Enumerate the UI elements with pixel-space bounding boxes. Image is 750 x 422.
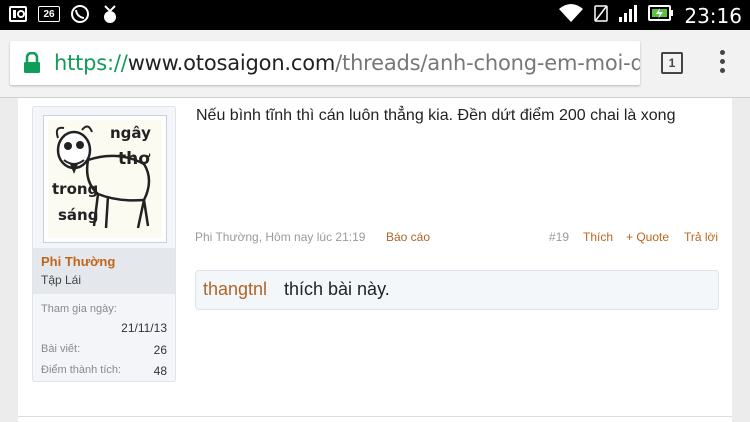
stat-label-joined: Tham gia ngày: xyxy=(41,303,117,315)
post-permalink[interactable]: #19 xyxy=(549,230,569,244)
clock: 23:16 xyxy=(684,3,742,28)
signal-icon xyxy=(618,3,638,28)
url-text[interactable]: https://www.otosaigon.com/threads/anh-ch… xyxy=(54,50,640,76)
download-icon xyxy=(100,4,120,24)
badge-text: 26 xyxy=(43,8,55,20)
stat-value-posts: 26 xyxy=(153,343,167,357)
tab-switcher-button[interactable]: 1 xyxy=(661,52,683,74)
browser-menu-button[interactable] xyxy=(715,50,729,78)
lock-icon xyxy=(23,51,41,74)
url-path: /threads/anh-chong-em-moi-dung-ch xyxy=(335,51,640,75)
battery-charging-icon xyxy=(648,3,674,28)
wifi-icon xyxy=(558,3,584,28)
page-viewport: ngây thơ trong sáng Phi Thường Tập Lái T… xyxy=(0,98,750,422)
goat-avatar-image: ngây thơ trong sáng xyxy=(48,120,162,238)
url-scheme: https:// xyxy=(54,51,128,75)
avatar-word: trong xyxy=(52,180,98,198)
menu-dot xyxy=(719,59,725,64)
no-sim-icon xyxy=(594,3,609,28)
26-notification-icon: 26 xyxy=(38,6,60,22)
avatar-word: sáng xyxy=(58,206,98,224)
username-link[interactable]: Phi Thường xyxy=(41,254,115,269)
avatar[interactable]: ngây thơ trong sáng xyxy=(43,115,167,243)
stat-value-points: 48 xyxy=(153,364,167,378)
photo-notification-icon xyxy=(8,4,28,24)
post-container: ngây thơ trong sáng Phi Thường Tập Lái T… xyxy=(18,98,732,422)
browser-toolbar: https://www.otosaigon.com/threads/anh-ch… xyxy=(0,30,750,98)
avatar-word: ngây xyxy=(110,124,151,142)
viber-icon xyxy=(70,4,90,24)
stat-value-joined: 21/11/13 xyxy=(121,321,167,335)
user-card: ngây thơ trong sáng Phi Thường Tập Lái T… xyxy=(32,106,176,382)
notification-icons: 26 xyxy=(8,4,120,24)
user-info: Phi Thường Tập Lái xyxy=(33,248,175,294)
stat-label-points: Điểm thành tích: xyxy=(41,364,122,376)
reply-button[interactable]: Trả lời xyxy=(684,230,718,244)
likes-summary: thangtnl thích bài này. xyxy=(195,270,719,310)
report-link[interactable]: Báo cáo xyxy=(386,230,430,244)
post-message: Nếu bình tĩnh thì cán luôn thẳng kia. Đề… xyxy=(196,107,676,124)
system-icons: 23:16 xyxy=(558,3,742,28)
tab-count: 1 xyxy=(668,56,676,70)
quote-button[interactable]: + Quote xyxy=(626,230,669,244)
like-button[interactable]: Thích xyxy=(583,230,613,244)
url-host: www.otosaigon.com xyxy=(127,51,336,75)
user-title: Tập Lái xyxy=(41,273,82,287)
liker-link[interactable]: thangtnl xyxy=(203,279,267,300)
status-bar: 26 23:16 xyxy=(0,0,750,30)
post-meta[interactable]: Phi Thường, Hôm nay lúc 21:19 xyxy=(195,230,365,244)
stat-label-posts: Bài viết: xyxy=(41,343,81,355)
divider xyxy=(18,416,732,417)
menu-dot xyxy=(719,68,725,73)
menu-dot xyxy=(719,50,725,55)
address-bar[interactable]: https://www.otosaigon.com/threads/anh-ch… xyxy=(10,41,640,85)
likes-text: thích bài này. xyxy=(284,279,390,299)
avatar-word: thơ xyxy=(118,149,151,169)
